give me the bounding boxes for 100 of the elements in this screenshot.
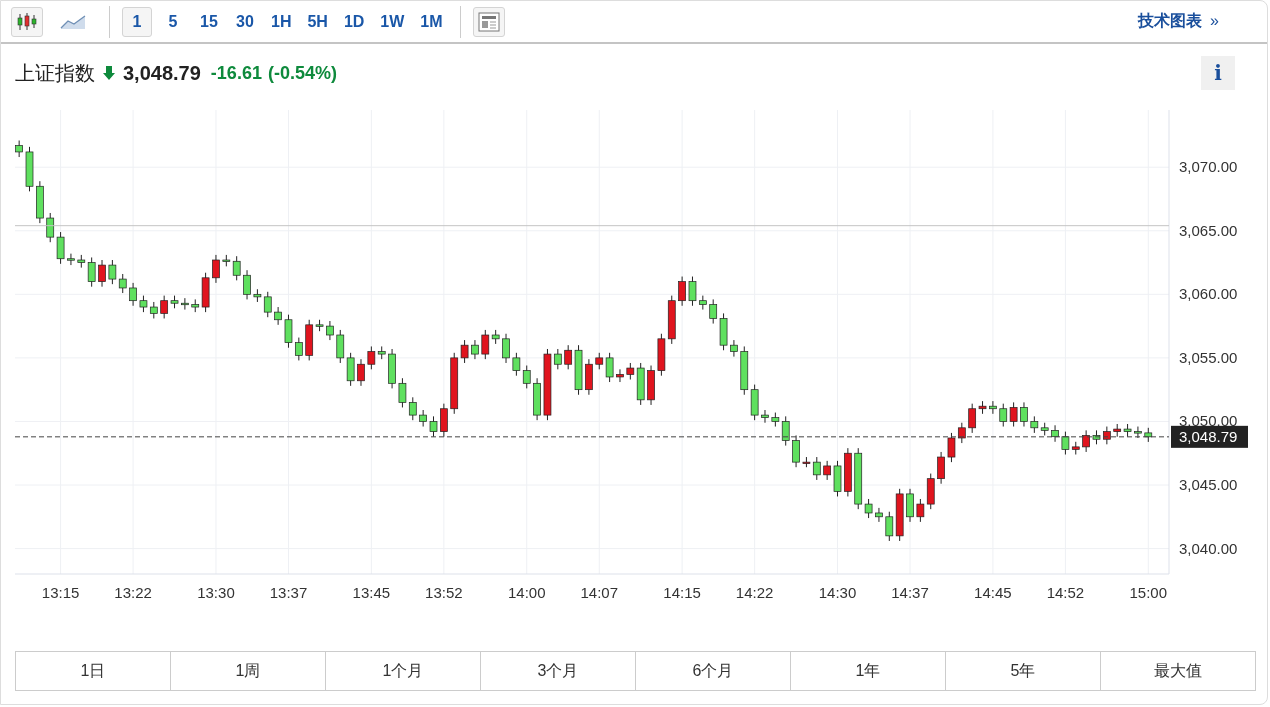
candlestick xyxy=(243,269,251,300)
candlestick xyxy=(274,306,282,326)
interval-button[interactable]: 1 xyxy=(122,6,152,37)
candlestick xyxy=(460,339,469,364)
index-name: 上证指数 xyxy=(15,60,95,86)
x-axis-label: 13:45 xyxy=(352,584,391,601)
candlestick xyxy=(916,498,925,523)
candlestick xyxy=(408,396,417,421)
area-chart-icon xyxy=(60,13,86,30)
candlestick xyxy=(357,358,365,387)
interval-button[interactable]: 30 xyxy=(230,6,260,37)
candlestick xyxy=(502,333,510,364)
candlestick xyxy=(118,273,127,294)
x-axis-label: 14:15 xyxy=(663,584,701,601)
percent-change: (-0.54%) xyxy=(267,62,337,84)
candlestick xyxy=(968,403,977,434)
candlestick xyxy=(999,403,1008,428)
candlestick xyxy=(1082,429,1090,453)
candlestick xyxy=(471,339,479,360)
x-axis-label: 14:22 xyxy=(735,584,774,601)
candlestick xyxy=(1051,424,1059,443)
candlestick xyxy=(440,403,448,438)
candlestick xyxy=(67,253,75,266)
candlestick xyxy=(522,365,531,389)
candlestick xyxy=(688,276,697,307)
x-axis-label: 14:37 xyxy=(891,584,929,601)
candlestick-chart-button[interactable] xyxy=(11,6,43,37)
candlestick xyxy=(730,339,738,358)
candlestick xyxy=(937,451,945,485)
candlestick xyxy=(989,400,997,415)
candlestick xyxy=(1009,401,1018,428)
x-axis-label: 14:07 xyxy=(580,584,618,601)
x-axis-label: 13:30 xyxy=(197,584,235,601)
info-button[interactable]: i xyxy=(1201,56,1235,90)
candlestick xyxy=(46,212,55,243)
candlestick xyxy=(56,231,65,265)
price-change: -16.61 xyxy=(210,62,262,84)
y-axis-label: 3,040.00 xyxy=(1179,539,1238,557)
candlestick xyxy=(326,320,334,341)
candlestick xyxy=(1134,426,1142,439)
candlestick xyxy=(812,456,821,481)
interval-button[interactable]: 1D xyxy=(338,6,370,37)
candlestick xyxy=(15,140,23,158)
candlestick xyxy=(885,511,894,542)
candlestick xyxy=(336,329,345,364)
layout-button[interactable] xyxy=(472,6,505,37)
x-axis-label: 13:37 xyxy=(269,584,308,601)
y-axis-label: 3,060.00 xyxy=(1179,285,1238,303)
layout-icon xyxy=(477,11,500,32)
candlestick xyxy=(957,422,966,444)
candlestick xyxy=(212,254,220,284)
candlestick xyxy=(98,259,106,288)
price: 3,048.79 xyxy=(123,61,201,85)
technical-chart-link[interactable]: 技术图表 » xyxy=(1137,11,1219,32)
candlestick xyxy=(367,345,376,370)
x-axis-label: 13:52 xyxy=(425,584,463,601)
candlestick xyxy=(160,295,169,319)
x-axis-label: 14:30 xyxy=(818,584,857,601)
candlestick xyxy=(564,344,573,370)
ref-line-label: 3,048.79 xyxy=(1179,427,1238,445)
candlestick xyxy=(678,276,686,307)
candlestick xyxy=(284,314,293,349)
candlestick xyxy=(512,352,521,377)
candlestick xyxy=(781,415,790,447)
candlestick-icon xyxy=(16,11,38,32)
candlestick xyxy=(553,348,562,370)
candlestick xyxy=(709,298,718,325)
candlestick xyxy=(616,368,624,383)
candlestick xyxy=(864,498,873,519)
candlestick xyxy=(1020,401,1028,428)
candlestick xyxy=(419,409,427,428)
candlestick xyxy=(181,297,189,311)
y-axis-label: 3,055.00 xyxy=(1179,348,1238,366)
candlestick xyxy=(605,352,614,383)
interval-button[interactable]: 5 xyxy=(158,6,188,37)
x-axis-label: 13:15 xyxy=(41,584,80,601)
candlestick xyxy=(947,432,956,463)
interval-button[interactable]: 5H xyxy=(302,6,333,37)
candlestick xyxy=(398,377,407,408)
candlestick xyxy=(263,291,272,318)
candlestick xyxy=(294,337,303,361)
interval-button[interactable]: 15 xyxy=(194,6,224,37)
candlestick xyxy=(823,460,831,481)
candlestick xyxy=(481,329,490,360)
candlestick xyxy=(232,255,241,281)
y-axis-label: 3,070.00 xyxy=(1179,158,1238,176)
candlestick xyxy=(1061,431,1070,455)
x-axis-label: 14:45 xyxy=(974,584,1012,601)
current-price-tag: 3,048.79 xyxy=(1171,425,1248,448)
y-axis-label: 3,045.00 xyxy=(1179,476,1238,493)
candlestick xyxy=(429,415,438,438)
candlestick xyxy=(129,282,137,307)
interval-button[interactable]: 1H xyxy=(266,6,297,37)
x-axis-label: 14:52 xyxy=(1046,584,1085,601)
x-axis-label: 13:22 xyxy=(114,584,152,601)
candlestick xyxy=(792,434,800,468)
candlestick xyxy=(87,256,96,288)
y-axis-label: 3,065.00 xyxy=(1179,221,1238,239)
interval-button[interactable]: 1W xyxy=(375,6,410,37)
interval-button[interactable]: 1M xyxy=(415,6,448,37)
